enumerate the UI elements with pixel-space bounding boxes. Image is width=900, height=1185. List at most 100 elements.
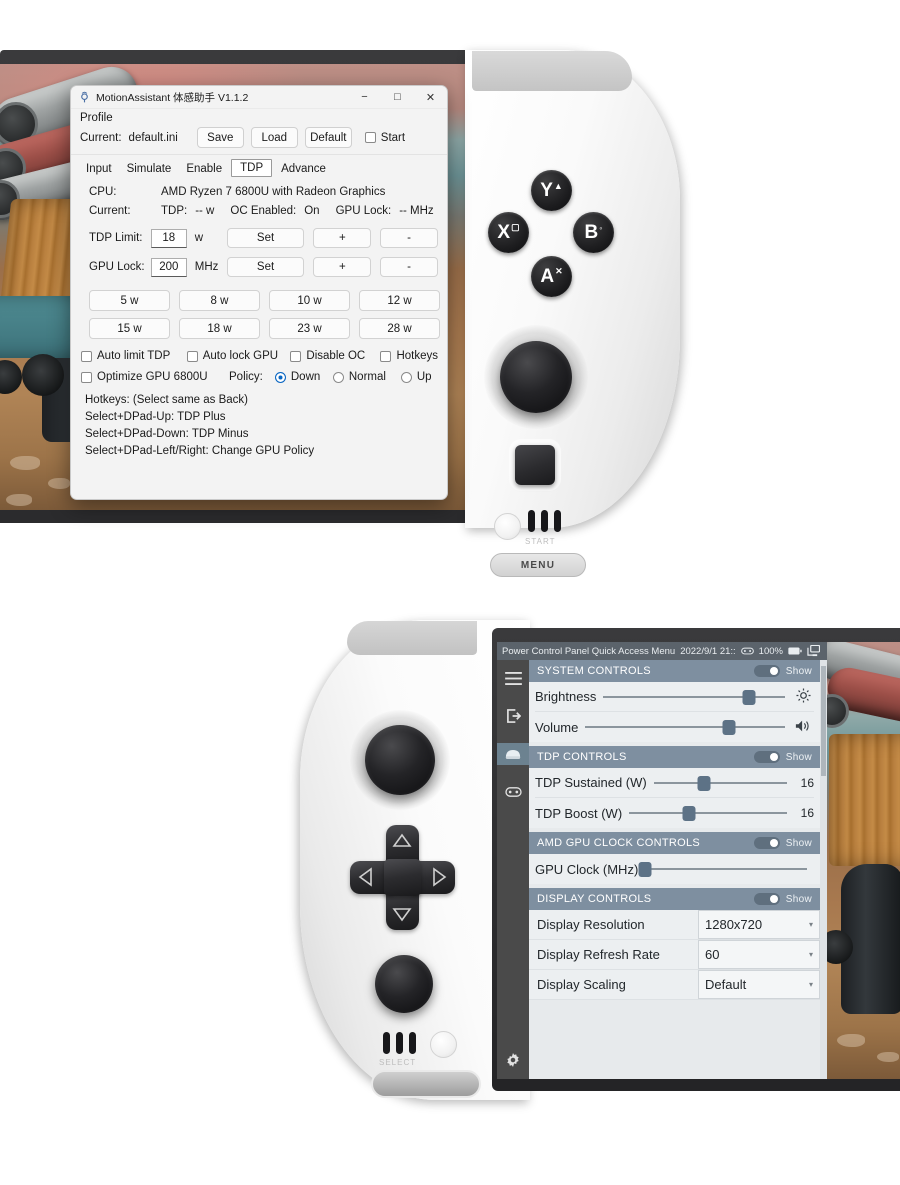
- toggle-display-controls[interactable]: [753, 893, 780, 905]
- gpu-set-button[interactable]: Set: [226, 257, 305, 277]
- button-a[interactable]: A ✕: [531, 256, 572, 297]
- pcp-sidebar[interactable]: [497, 660, 529, 1079]
- tdp-minus-button[interactable]: -: [380, 228, 438, 248]
- start-checkbox-box[interactable]: [364, 132, 376, 143]
- preset-28w[interactable]: 28 w: [359, 318, 440, 339]
- shoulder-button-bottom[interactable]: [347, 621, 477, 655]
- analog-stick-top[interactable]: [500, 341, 572, 413]
- motion-assistant-window[interactable]: MotionAssistant 体感助手 V1.1.2 − □ ✕ Profil…: [70, 85, 448, 500]
- current-tdp-label: TDP:: [161, 205, 188, 217]
- radio-policy-down-dot[interactable]: [274, 371, 286, 383]
- toggle-system-controls[interactable]: [753, 665, 780, 677]
- tab-enable[interactable]: Enable: [180, 161, 228, 177]
- gear-icon[interactable]: [500, 1049, 526, 1071]
- slider-tdp-boost[interactable]: [629, 804, 787, 822]
- default-button[interactable]: Default: [304, 127, 352, 148]
- home-square-button[interactable]: [515, 445, 555, 485]
- hamburger-menu-icon[interactable]: [500, 667, 526, 689]
- label-gpu-clock: GPU Clock (MHz): [535, 861, 639, 877]
- dpad-center[interactable]: [384, 859, 421, 896]
- value-display-scaling: Default: [705, 977, 747, 992]
- preset-23w[interactable]: 23 w: [269, 318, 350, 339]
- checkbox-auto-limit-tdp[interactable]: Auto limit TDP: [81, 350, 187, 362]
- checkbox-disable-oc-box[interactable]: [290, 350, 302, 362]
- pcp-titlebar: Power Control Panel Quick Access Menu 20…: [497, 642, 827, 660]
- tab-bar[interactable]: Input Simulate Enable TDP Advance: [71, 154, 447, 177]
- gpu-lock-status-label: GPU Lock:: [335, 205, 392, 217]
- power-control-panel[interactable]: Power Control Panel Quick Access Menu 20…: [497, 642, 827, 1079]
- radio-policy-normal-dot[interactable]: [332, 371, 344, 383]
- slider-tdp-sustained[interactable]: [653, 774, 787, 792]
- button-y[interactable]: Y ▲: [531, 170, 572, 211]
- tab-advance[interactable]: Advance: [275, 161, 332, 177]
- checkbox-auto-lock-gpu[interactable]: Auto lock GPU: [186, 350, 291, 362]
- window-titlebar[interactable]: MotionAssistant 体感助手 V1.1.2 − □ ✕: [71, 86, 447, 109]
- button-x[interactable]: X ▢: [488, 212, 529, 253]
- load-button[interactable]: Load: [250, 127, 298, 148]
- slider-brightness[interactable]: [603, 688, 785, 706]
- start-circle-button[interactable]: [494, 513, 521, 540]
- select-display-refresh-rate[interactable]: 60 ▾: [698, 940, 820, 969]
- round-button-bottom[interactable]: [375, 955, 433, 1013]
- close-button[interactable]: ✕: [414, 86, 447, 109]
- shoulder-button-top[interactable]: [472, 51, 632, 91]
- preset-10w[interactable]: 10 w: [269, 290, 350, 311]
- start-bars-icon[interactable]: [528, 510, 561, 532]
- preset-5w[interactable]: 5 w: [89, 290, 170, 311]
- tab-simulate[interactable]: Simulate: [121, 161, 178, 177]
- tdp-limit-input[interactable]: [150, 228, 187, 248]
- exit-icon[interactable]: [500, 705, 526, 727]
- group-title-tdp-controls: TDP CONTROLS: [537, 751, 627, 763]
- button-b[interactable]: B ◦: [573, 212, 614, 253]
- hotkeys-line-2: Select+DPad-Up: TDP Plus: [85, 410, 226, 423]
- dpad[interactable]: [350, 825, 455, 930]
- select-bars-icon[interactable]: [383, 1032, 416, 1054]
- select-circle-button[interactable]: [430, 1031, 457, 1058]
- menu-button[interactable]: MENU: [490, 553, 586, 577]
- checkbox-disable-oc[interactable]: Disable OC: [290, 350, 380, 362]
- pcp-scrollbar[interactable]: [820, 660, 827, 1079]
- checkbox-optimize-gpu-box[interactable]: [81, 371, 92, 383]
- group-title-system-controls: SYSTEM CONTROLS: [537, 665, 651, 677]
- label-volume: Volume: [535, 719, 579, 735]
- start-checkbox[interactable]: Start: [364, 132, 405, 144]
- slider-gpu-clock[interactable]: [638, 860, 807, 878]
- gamepad-icon-sidebar[interactable]: [500, 781, 526, 803]
- tdp-set-button[interactable]: Set: [226, 228, 305, 248]
- tab-tdp[interactable]: TDP: [231, 159, 273, 177]
- toggle-tdp-controls[interactable]: [753, 751, 780, 763]
- analog-stick-bottom[interactable]: [365, 725, 435, 795]
- radio-policy-normal[interactable]: Normal: [332, 371, 401, 383]
- select-display-resolution[interactable]: 1280x720 ▾: [698, 910, 820, 939]
- radio-policy-up-dot[interactable]: [400, 371, 412, 383]
- show-label-display-controls: Show: [785, 893, 812, 905]
- checkbox-auto-lock-gpu-box[interactable]: [186, 350, 198, 362]
- select-display-scaling[interactable]: Default ▾: [698, 970, 820, 999]
- slider-volume[interactable]: [585, 718, 785, 736]
- checkbox-auto-limit-tdp-box[interactable]: [81, 350, 92, 362]
- maximize-button[interactable]: □: [381, 86, 414, 109]
- toggle-gpu-clock-controls[interactable]: [753, 837, 780, 849]
- row-tdp-boost: TDP Boost (W) 16: [535, 798, 814, 828]
- gpu-lock-input[interactable]: [150, 257, 187, 277]
- minimize-button[interactable]: −: [348, 86, 381, 109]
- radio-policy-down[interactable]: Down: [274, 371, 333, 383]
- group-body-gpu-clock-controls: GPU Clock (MHz): [529, 854, 820, 884]
- row-display-resolution: Display Resolution 1280x720 ▾: [529, 910, 820, 940]
- tdp-plus-button[interactable]: +: [313, 228, 372, 248]
- gpu-plus-button[interactable]: +: [313, 257, 372, 277]
- preset-18w[interactable]: 18 w: [179, 318, 260, 339]
- preset-8w[interactable]: 8 w: [179, 290, 260, 311]
- preset-12w[interactable]: 12 w: [359, 290, 440, 311]
- save-button[interactable]: Save: [196, 127, 244, 148]
- radio-policy-up[interactable]: Up: [400, 371, 432, 383]
- gpu-lock-unit: MHz: [194, 261, 219, 273]
- tab-input[interactable]: Input: [80, 161, 118, 177]
- select-label: SELECT: [379, 1058, 417, 1067]
- preset-15w[interactable]: 15 w: [89, 318, 170, 339]
- device-icon[interactable]: [497, 743, 529, 765]
- checkbox-hotkeys-box[interactable]: [380, 350, 392, 362]
- checkbox-hotkeys[interactable]: Hotkeys: [380, 350, 438, 362]
- gpu-minus-button[interactable]: -: [380, 257, 438, 277]
- checkbox-optimize-gpu[interactable]: Optimize GPU 6800U: [81, 371, 229, 383]
